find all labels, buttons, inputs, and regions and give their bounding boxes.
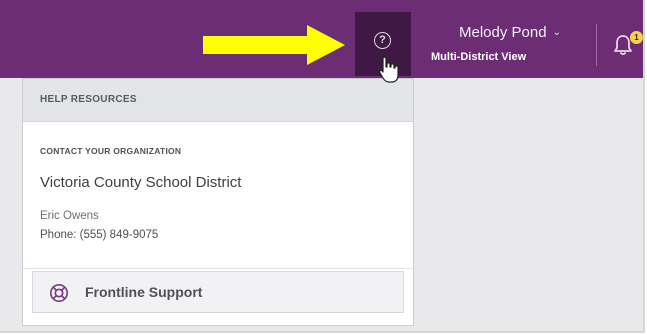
hand-cursor-icon — [379, 56, 399, 83]
header-divider — [596, 24, 597, 66]
help-resources-panel: HELP RESOURCES CONTACT YOUR ORGANIZATION… — [22, 78, 414, 326]
notification-badge: 1 — [630, 31, 643, 44]
question-circle-icon: ? — [374, 32, 391, 49]
top-navigation-bar: ? Melody Pond ⌄ Multi-District View 1 — [0, 0, 643, 78]
annotation-arrow — [203, 25, 345, 65]
user-name: Melody Pond — [459, 24, 547, 41]
help-icon-glyph: ? — [379, 34, 386, 46]
frontline-support-label: Frontline Support — [85, 284, 203, 300]
contact-phone: Phone: (555) 849-9075 — [40, 229, 159, 241]
chevron-down-icon: ⌄ — [552, 27, 561, 38]
lifebuoy-icon — [49, 283, 69, 303]
view-label: Multi-District View — [431, 51, 527, 63]
organization-name: Victoria County School District — [40, 174, 242, 191]
help-panel-title: HELP RESOURCES — [23, 79, 413, 122]
contact-heading: CONTACT YOUR ORGANIZATION — [40, 146, 182, 156]
frontline-support-link[interactable]: Frontline Support — [32, 271, 404, 313]
contact-organization-section: CONTACT YOUR ORGANIZATION Victoria Count… — [23, 122, 413, 269]
contact-name: Eric Owens — [40, 210, 99, 222]
user-menu-button[interactable]: Melody Pond ⌄ — [459, 24, 582, 42]
app-window: ? Melody Pond ⌄ Multi-District View 1 HEL… — [0, 0, 645, 333]
